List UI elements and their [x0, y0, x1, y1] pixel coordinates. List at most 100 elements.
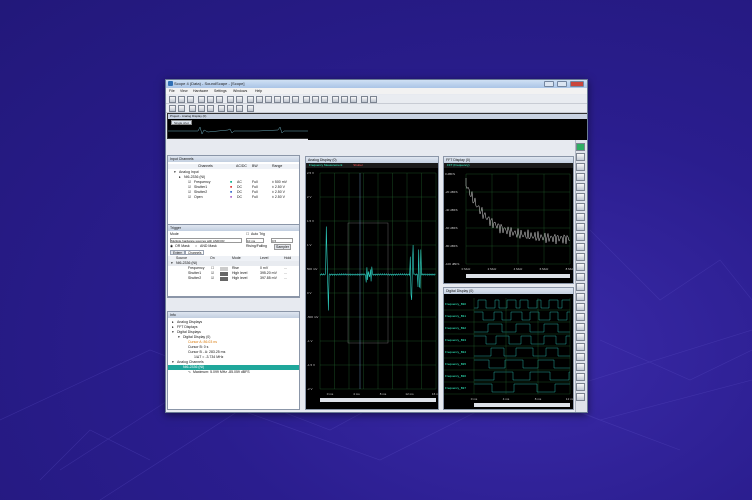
menu-help[interactable]: Help	[255, 89, 262, 93]
analog-display-icon[interactable]	[247, 96, 254, 103]
tool-icon[interactable]	[576, 263, 585, 271]
new-project-icon[interactable]	[169, 96, 176, 103]
grid-icon[interactable]	[350, 96, 357, 103]
or-mask-radio[interactable]: ◉	[170, 244, 173, 249]
trigger-mode[interactable]: High level	[232, 276, 247, 281]
maximize-button[interactable]	[557, 81, 567, 87]
tool-icon[interactable]	[576, 303, 585, 311]
tool-icon[interactable]	[576, 243, 585, 251]
trigger-level[interactable]: 397.85 mV	[260, 276, 277, 281]
tool-icon[interactable]	[576, 383, 585, 391]
tool-icon[interactable]	[576, 373, 585, 381]
channel-icon: ∿	[188, 370, 191, 374]
clock-icon[interactable]	[236, 105, 243, 112]
trigger-icon[interactable]	[227, 105, 234, 112]
start-icon[interactable]	[198, 96, 205, 103]
arrange-icon[interactable]	[169, 105, 176, 112]
stop-icon[interactable]	[207, 96, 214, 103]
tool-icon[interactable]	[576, 293, 585, 301]
title-bar[interactable]: Scope 4 (Data) - SoundScape - [Scope]	[166, 80, 587, 88]
tab-extern[interactable]: Extern	[170, 250, 186, 255]
tool-icon[interactable]	[576, 203, 585, 211]
digital-channel-label: Frequency_Bit0	[445, 302, 466, 306]
save-icon[interactable]	[187, 96, 194, 103]
digital-display-icon[interactable]	[265, 96, 272, 103]
y-tick-label: 2 V	[307, 195, 312, 199]
trigger-row[interactable]: Shutter2 ☑ High level 397.85 mV ...	[168, 276, 299, 281]
trigger-on-checkbox[interactable]: ☑	[211, 276, 214, 281]
tool-icon[interactable]	[576, 273, 585, 281]
tool-icon[interactable]	[576, 283, 585, 291]
meter-display-icon[interactable]	[292, 96, 299, 103]
tool-icon[interactable]	[576, 183, 585, 191]
and-mask-radio[interactable]: ○	[195, 244, 197, 249]
tool-icon[interactable]	[576, 163, 585, 171]
tool-icon[interactable]	[576, 323, 585, 331]
tool-icon[interactable]	[576, 153, 585, 161]
xy-display-icon[interactable]	[274, 96, 281, 103]
trigger-time-input[interactable]: 10 ms	[246, 238, 264, 243]
rising-falling-label[interactable]: Rising/Falling	[246, 244, 267, 249]
record-icon[interactable]	[227, 96, 234, 103]
tool-icon[interactable]	[576, 253, 585, 261]
tile-icon[interactable]	[178, 105, 185, 112]
digital-plot[interactable]: Frequency_Bit0 Frequency_Bit1 Frequency_Bi…	[444, 294, 574, 410]
tool-icon[interactable]	[576, 393, 585, 401]
tool-icon[interactable]	[576, 233, 585, 241]
tool-icon[interactable]	[576, 193, 585, 201]
menu-view[interactable]: View	[180, 89, 188, 93]
tool-icon[interactable]	[576, 363, 585, 371]
table-display-icon[interactable]	[283, 96, 290, 103]
trigger-mode-select[interactable]: Multiple hardware sources with AND/OR	[170, 238, 242, 243]
math-icon[interactable]	[207, 105, 214, 112]
menu-windows[interactable]: Windows	[233, 89, 247, 93]
channel-row[interactable]: ☑ Open ■ DC Full ± 2.50 V	[168, 195, 299, 200]
fft-plot[interactable]: 0 dBFS -20 dBFS -40 dBFS -60 dBFS -80 dBFS -1…	[444, 168, 574, 284]
display-tool-icon[interactable]	[576, 143, 585, 151]
menu-settings[interactable]: Settings	[214, 89, 227, 93]
menu-file[interactable]: File	[169, 89, 175, 93]
info-item[interactable]: ∿ Maximum: 5.099 MHz -85.059 dBFS	[168, 370, 299, 375]
fft-display-icon[interactable]	[256, 96, 263, 103]
tool-icon[interactable]	[576, 333, 585, 341]
tool-icon[interactable]	[576, 343, 585, 351]
channel-coupling[interactable]: DC	[237, 195, 242, 200]
y-tick-label: -60 dBFS	[445, 226, 458, 230]
tool-icon[interactable]	[576, 213, 585, 221]
measure-icon[interactable]	[198, 105, 205, 112]
trigger-hold[interactable]: ...	[284, 276, 287, 281]
zoom-in-icon[interactable]	[303, 96, 310, 103]
sampler-button[interactable]: Sampler	[274, 244, 292, 250]
auto-trig-checkbox[interactable]: ☐	[246, 232, 249, 237]
y-tick-label: -100 dBFS	[445, 262, 459, 266]
info-icon[interactable]	[247, 105, 254, 112]
trigger-level-input[interactable]: 0.5	[271, 238, 293, 243]
tool-icon[interactable]	[576, 353, 585, 361]
print-icon[interactable]	[361, 96, 368, 103]
settings-icon[interactable]	[370, 96, 377, 103]
fft-display-panel: FFT Display (0) FFT (Frequency) 0 dBFS -2…	[443, 156, 574, 284]
filter-icon[interactable]	[218, 105, 225, 112]
minimize-button[interactable]	[544, 81, 554, 87]
tab-channels[interactable]: Channels	[185, 250, 205, 255]
analog-trace	[319, 226, 436, 311]
single-shot-icon[interactable]	[216, 96, 223, 103]
analog-plot[interactable]: 2.5 V 2 V 1.5 V 1 V 500 mV 0 V -500 mV -1 V -1.5…	[306, 169, 439, 410]
pan-icon[interactable]	[189, 105, 196, 112]
y-tick-label: 2.5 V	[307, 171, 314, 175]
tool-icon[interactable]	[576, 173, 585, 181]
cursor-icon[interactable]	[332, 96, 339, 103]
zoom-fit-icon[interactable]	[321, 96, 328, 103]
open-icon[interactable]	[178, 96, 185, 103]
channel-bw[interactable]: Full	[252, 195, 258, 200]
marker-icon[interactable]	[341, 96, 348, 103]
channel-checkbox[interactable]: ☑	[188, 195, 191, 200]
menu-hardware[interactable]: Hardware	[193, 89, 208, 93]
close-button[interactable]	[570, 81, 584, 87]
channel-range[interactable]: ± 2.50 V	[272, 195, 285, 200]
overview-display[interactable]: Project - Analog Display (0) Single shot	[167, 113, 587, 140]
zoom-out-icon[interactable]	[312, 96, 319, 103]
tool-icon[interactable]	[576, 223, 585, 231]
export-icon[interactable]	[236, 96, 243, 103]
tool-icon[interactable]	[576, 313, 585, 321]
